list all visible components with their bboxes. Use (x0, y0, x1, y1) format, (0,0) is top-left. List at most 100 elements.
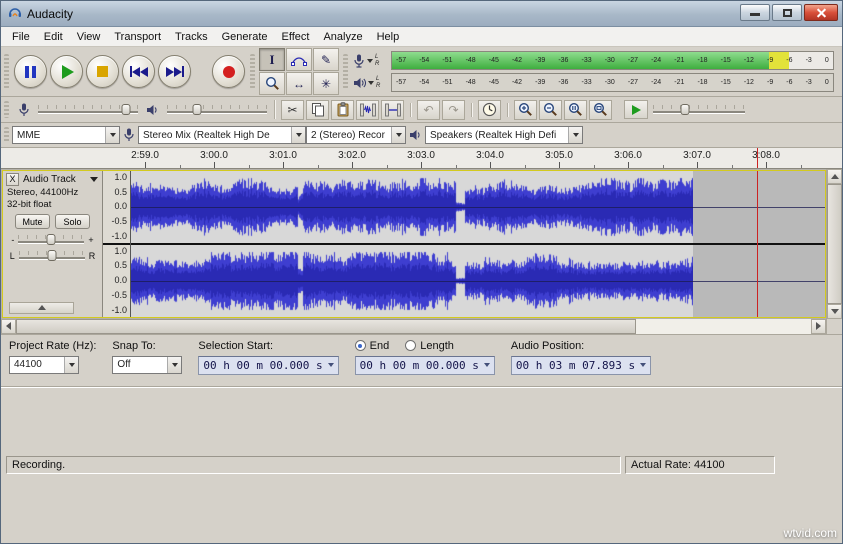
draw-tool-button[interactable]: ✎ (313, 48, 339, 71)
audio-position-field[interactable]: 00 h 03 m 07.893 s (510, 355, 652, 375)
waveform-display[interactable] (131, 171, 825, 317)
paste-button[interactable] (331, 99, 354, 120)
track-region: X Audio Track Stereo, 44100Hz 32-bit flo… (1, 169, 842, 319)
playback-meter-bar[interactable]: -57 -54 -51 -48 -45 -42 -39 -36 -33 -30 -27 -24 -21-… (391, 73, 834, 92)
track-collapse-button[interactable] (9, 301, 74, 314)
sync-lock-button[interactable] (478, 99, 501, 120)
record-button[interactable] (212, 55, 245, 88)
output-device-select[interactable]: Speakers (Realtek High Defi (425, 126, 583, 144)
menu-item-edit[interactable]: Edit (37, 29, 70, 45)
menu-item-help[interactable]: Help (370, 29, 407, 45)
stop-button[interactable] (86, 55, 119, 88)
scroll-down-button[interactable] (827, 303, 842, 319)
multi-tool-icon: ✳ (320, 76, 332, 91)
field-spin-icon[interactable] (484, 363, 490, 367)
slider-thumb[interactable] (46, 234, 56, 245)
input-volume-slider[interactable] (38, 103, 138, 116)
audio-host-select[interactable]: MME (12, 126, 120, 144)
toolbar-grip[interactable] (4, 54, 9, 89)
horizontal-scroll-thumb[interactable] (16, 318, 637, 334)
meter-scale-label: -24 (651, 79, 662, 86)
fit-project-button[interactable] (589, 99, 612, 120)
meter-menu-arrow-icon[interactable] (368, 80, 374, 85)
pause-button[interactable] (14, 55, 47, 88)
vertical-scrollbar[interactable] (826, 169, 842, 319)
mute-button[interactable]: Mute (15, 214, 50, 229)
input-channels-select[interactable]: 2 (Stereo) Recor (306, 126, 406, 144)
zoom-out-button[interactable] (539, 99, 562, 120)
play-button[interactable] (50, 55, 83, 88)
track-name-menu[interactable]: Audio Track (22, 174, 99, 185)
timeline-ruler[interactable]: 2:59.0 3:00.0 3:01.0 3:02.0 3:03.0 3:04.0 3:05… (1, 148, 842, 169)
menu-item-file[interactable]: File (5, 29, 37, 45)
length-radio[interactable] (405, 340, 417, 351)
menu-item-view[interactable]: View (70, 29, 108, 45)
cut-button[interactable]: ✂ (281, 99, 304, 120)
play-at-speed-button[interactable] (624, 100, 648, 119)
skip-to-end-button[interactable] (158, 55, 191, 88)
solo-button[interactable]: Solo (55, 214, 90, 229)
selection-tool-button[interactable]: I (259, 48, 285, 71)
field-spin-icon[interactable] (640, 363, 646, 367)
project-rate-select[interactable]: 44100 (9, 355, 79, 374)
vertical-scale-right-channel: 1.0 0.5 0.0 -0.5 -1.0 (103, 245, 130, 317)
slider-thumb[interactable] (121, 103, 131, 115)
scroll-right-button[interactable] (811, 318, 826, 334)
toolbar-grip[interactable] (250, 54, 255, 89)
menu-item-generate[interactable]: Generate (215, 29, 275, 45)
scroll-left-button[interactable] (1, 318, 16, 334)
meter-scale-label: 0 (824, 57, 829, 64)
menu-item-effect[interactable]: Effect (275, 29, 317, 45)
menu-item-analyze[interactable]: Analyze (316, 29, 369, 45)
waveform-right-channel[interactable] (131, 244, 825, 317)
horizontal-scroll-track[interactable] (16, 318, 811, 334)
horizontal-scrollbar[interactable] (1, 318, 826, 334)
trim-audio-button[interactable] (356, 99, 379, 120)
fit-selection-button[interactable] (564, 99, 587, 120)
minimize-button[interactable] (740, 4, 770, 21)
redo-button[interactable]: ↷ (442, 99, 465, 120)
zoom-tool-button[interactable] (259, 72, 285, 95)
meter-menu-arrow-icon[interactable] (367, 58, 373, 63)
meter-scale-label: -21 (674, 57, 685, 64)
multi-tool-button[interactable]: ✳ (313, 72, 339, 95)
snap-to-select[interactable]: Off (112, 355, 183, 374)
field-spin-icon[interactable] (328, 363, 334, 367)
time-shift-tool-button[interactable]: ↔ (286, 72, 312, 95)
recording-meter-bar[interactable]: -57 -54 -51 -48 -45 -42 -39 -36 -33 -30 -27 -24 -21-… (391, 51, 834, 70)
undo-button[interactable]: ↶ (417, 99, 440, 120)
slider-thumb[interactable] (47, 250, 57, 261)
pan-slider[interactable] (18, 250, 85, 262)
playback-speed-slider[interactable] (653, 103, 745, 116)
silence-audio-button[interactable] (381, 99, 404, 120)
vertical-scroll-thumb[interactable] (827, 184, 842, 304)
menu-item-tracks[interactable]: Tracks (168, 29, 215, 45)
menu-item-transport[interactable]: Transport (107, 29, 168, 45)
zoom-in-button[interactable] (514, 99, 537, 120)
selection-end-field[interactable]: 00 h 00 m 00.000 s (354, 355, 495, 375)
recording-meter[interactable]: LR -57 -54 -51 -48 -45 -42 -39 -36 -33 -30 -27 -24-… (353, 51, 834, 70)
timeline-label: 3:01.0 (269, 150, 297, 161)
vruler-label: 1.0 (114, 172, 127, 182)
output-volume-slider[interactable] (167, 103, 267, 116)
toolbar-grip[interactable] (343, 54, 348, 89)
copy-button[interactable] (306, 99, 329, 120)
input-device-select[interactable]: Stereo Mix (Realtek High De (138, 126, 306, 144)
track-close-button[interactable]: X (6, 173, 19, 186)
close-button[interactable] (804, 4, 838, 21)
waveform-left-channel[interactable] (131, 171, 825, 243)
toolbar-grip[interactable] (4, 126, 9, 144)
skip-to-start-button[interactable] (122, 55, 155, 88)
end-radio[interactable] (354, 340, 366, 351)
slider-thumb[interactable] (680, 103, 690, 115)
maximize-button[interactable] (772, 4, 802, 21)
meter-scale-label: -12 (743, 57, 754, 64)
scroll-up-button[interactable] (827, 169, 842, 184)
playback-meter[interactable]: LR -57 -54 -51 -48 -45 -42 -39 -36 -33 -30 -27 -24-… (353, 73, 834, 92)
timeline-label: 3:04.0 (476, 150, 504, 161)
gain-slider[interactable] (18, 234, 85, 246)
envelope-tool-button[interactable] (286, 48, 312, 71)
slider-thumb[interactable] (192, 103, 202, 115)
toolbar-grip[interactable] (4, 100, 9, 119)
selection-start-field[interactable]: 00 h 00 m 00.000 s (198, 355, 339, 375)
